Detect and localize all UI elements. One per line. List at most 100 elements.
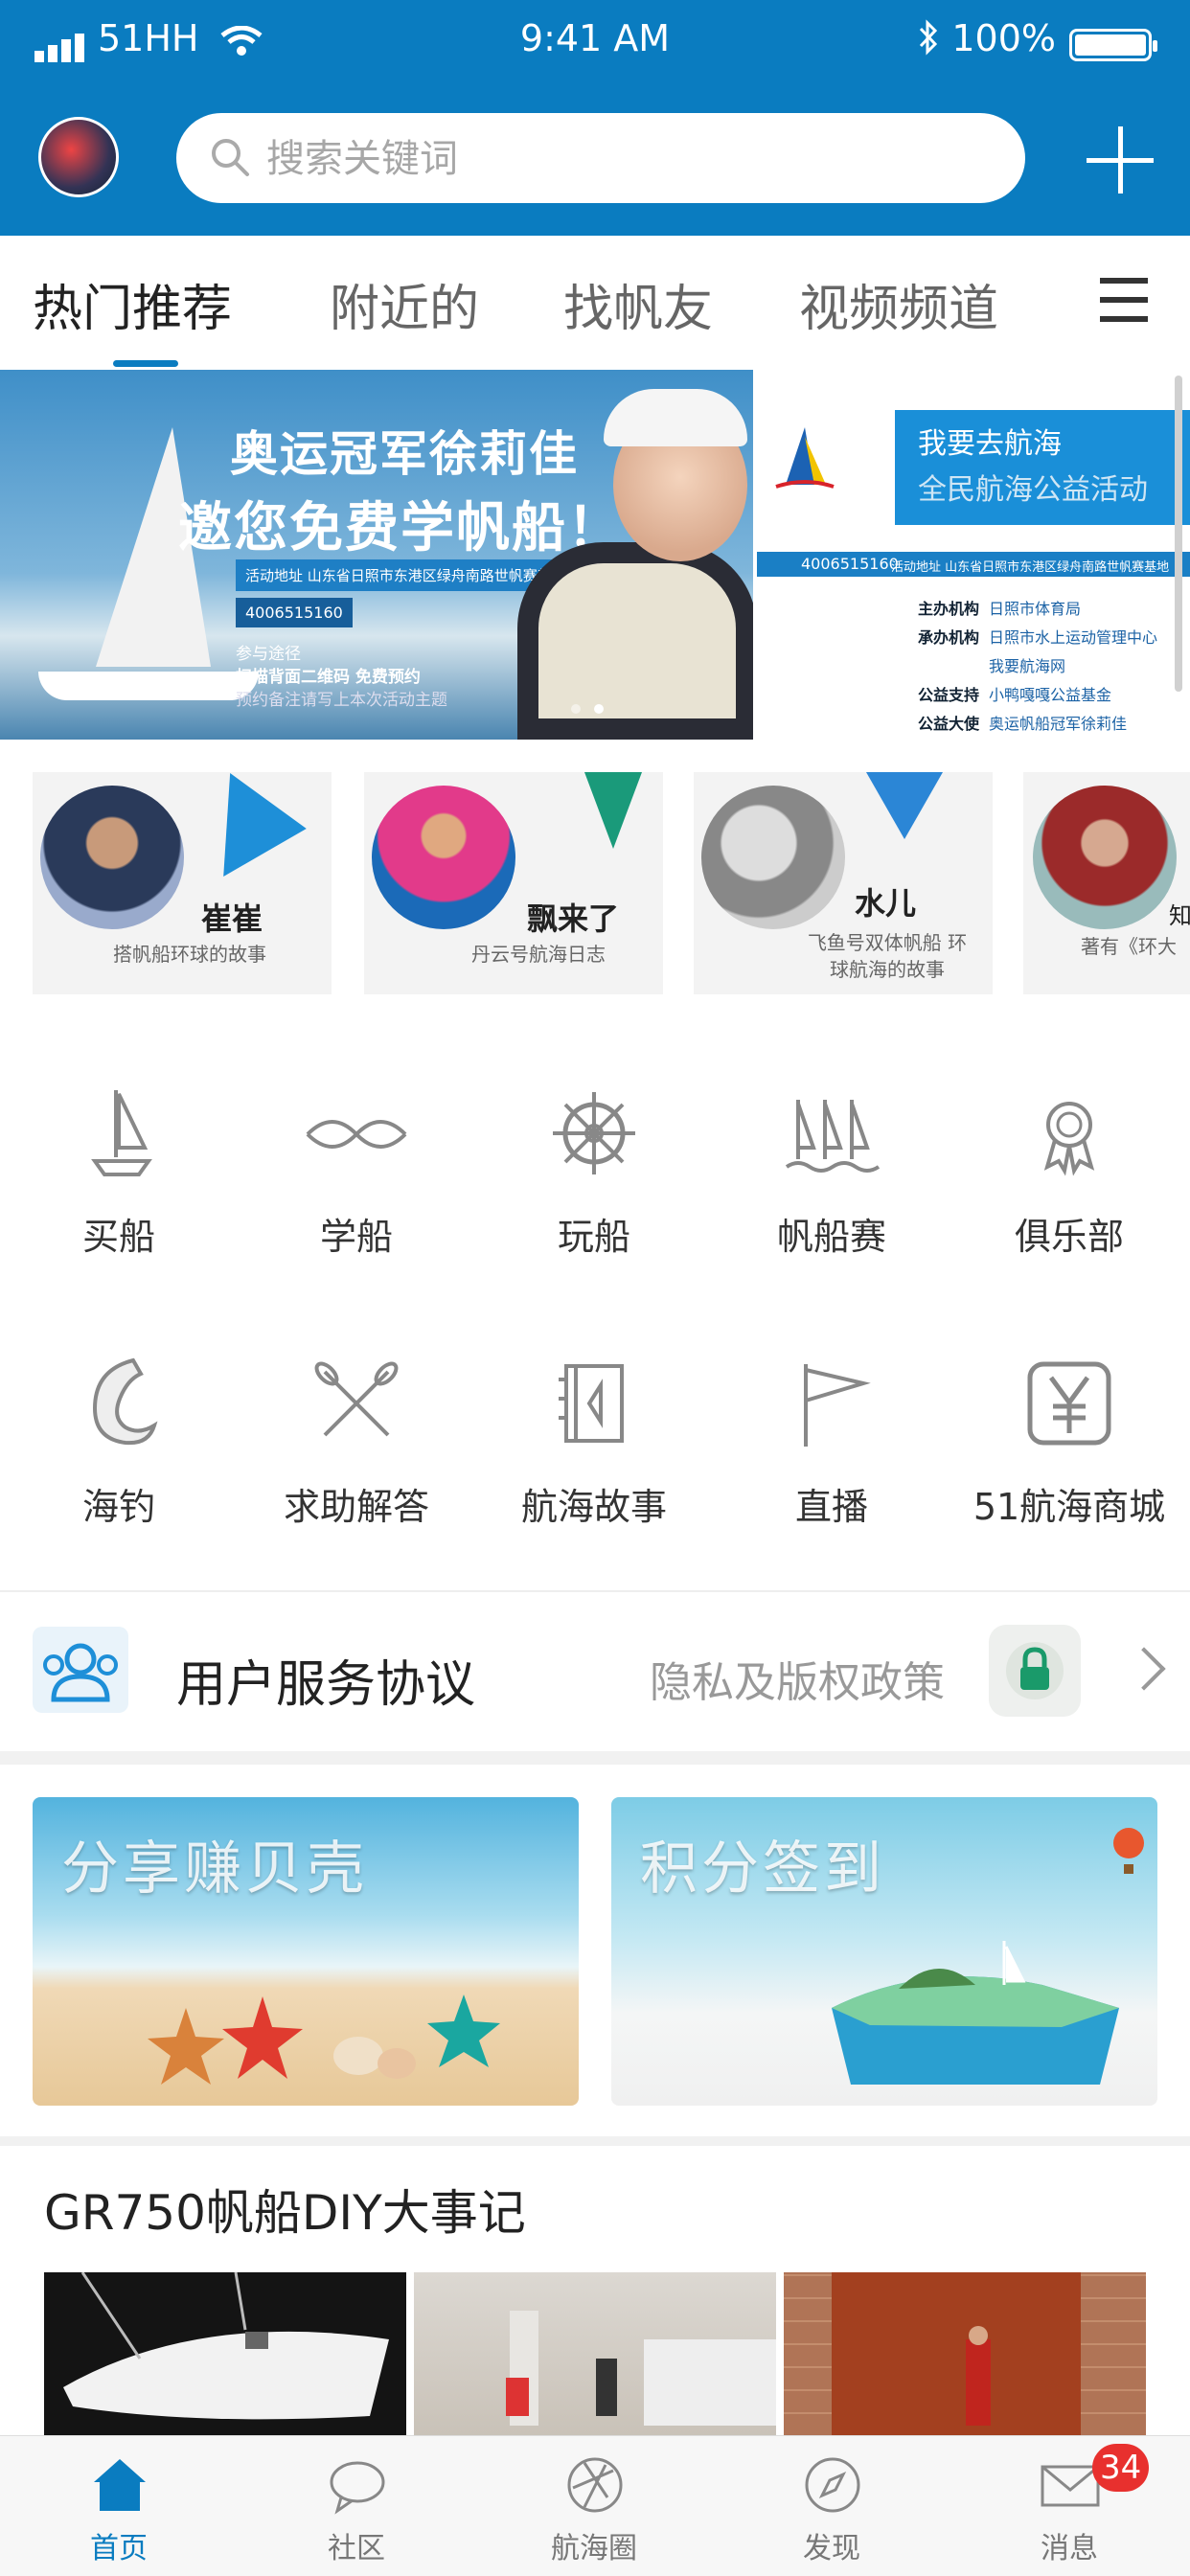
nav-discover[interactable]: 发现 (713, 2436, 950, 2576)
story-cards-row[interactable]: 崔崔 搭帆船环球的故事 飘来了 丹云号航海日志 水儿 飞鱼号双体帆船 环球航海的… (0, 766, 1190, 996)
grid-label: 51航海商城 (973, 1486, 1166, 1528)
article-title[interactable]: GR750帆船DIY大事记 (44, 2175, 526, 2244)
story-desc: 飞鱼号双体帆船 环球航海的故事 (807, 931, 968, 981)
grid-regatta[interactable]: 帆船赛 (713, 1081, 950, 1260)
grid-fishing[interactable]: 海钓 (0, 1351, 238, 1530)
tab-find-sailors[interactable]: 找帆友 (563, 268, 713, 340)
story-name: 崔崔 (201, 900, 263, 937)
aperture-icon (567, 2457, 623, 2513)
grid-label: 俱乐部 (1014, 1216, 1124, 1258)
story-card[interactable]: 崔崔 搭帆船环球的故事 (33, 772, 332, 994)
island-image (832, 1941, 1119, 2085)
sailboat-hull (38, 672, 259, 700)
share-earn-shells-card[interactable]: 分享赚贝壳 (33, 1797, 579, 2106)
search-bar[interactable] (176, 113, 1025, 205)
banner-right-k2: 承办机构 (918, 628, 980, 647)
story-card[interactable]: 知 著有《环大 (1023, 772, 1190, 994)
unread-badge: 34 (1092, 2444, 1150, 2492)
chevron-right-icon[interactable] (1122, 1647, 1166, 1691)
flag-icon (804, 1364, 871, 1447)
grid-play-boat[interactable]: 玩船 (475, 1081, 713, 1260)
story-desc: 丹云号航海日志 (471, 943, 606, 966)
fish-icon (92, 1357, 158, 1446)
search-icon (212, 139, 249, 176)
grid-label: 学船 (319, 1216, 393, 1258)
banner-right-k1: 主办机构 (918, 600, 980, 618)
nav-sailing-circle[interactable]: 航海圈 (475, 2436, 713, 2576)
story-avatar (1033, 786, 1177, 929)
yen-icon (1027, 1361, 1111, 1446)
banner-right-v1: 日照市体育局 (989, 600, 1082, 618)
lock-icon (989, 1625, 1081, 1717)
category-tabs: 热门推荐 附近的 找帆友 视频频道 (0, 236, 1190, 371)
grid-label: 航海故事 (520, 1486, 667, 1528)
banner-right-v3: 我要航海网 (989, 657, 1066, 675)
bottom-tab-bar: 首页 社区 航海圈 发现 34 消息 (0, 2435, 1190, 2576)
scrollbar[interactable] (1175, 376, 1182, 692)
banner-right-title1: 我要去航海 (918, 427, 1062, 461)
grid-stories[interactable]: 航海故事 (475, 1351, 713, 1530)
banner-right-phone: 4006515160 (801, 555, 899, 573)
chat-bubble-icon (330, 2461, 385, 2515)
decor-triangle (584, 772, 642, 849)
battery-percent: 100% (951, 17, 1056, 59)
promo-banner-carousel[interactable]: 奥运冠军徐莉佳 邀您免费学帆船！ 活动地址 山东省日照市东港区绿舟南路世帆赛基地… (0, 370, 1190, 740)
story-card[interactable]: 飘来了 丹云号航海日志 (364, 772, 663, 994)
battery-icon (1069, 29, 1157, 61)
banner-address: 活动地址 山东省日照市东港区绿舟南路世帆赛基地 (236, 559, 576, 591)
athlete-cap (604, 389, 747, 446)
grid-label: 买船 (81, 1216, 155, 1258)
banner-note: 预约备注请写上本次活动主题 (236, 691, 447, 710)
grid-live[interactable]: 直播 (713, 1351, 950, 1530)
mail-icon (1041, 2465, 1100, 2507)
service-row[interactable]: 用户服务协议 隐私及版权政策 (0, 1594, 1190, 1747)
grid-club[interactable]: 俱乐部 (950, 1081, 1188, 1260)
athlete-image (517, 542, 757, 740)
hamburger-menu-icon[interactable] (1100, 278, 1148, 322)
tab-hot[interactable]: 热门推荐 (33, 268, 232, 340)
bluetooth-icon (918, 19, 939, 64)
hot-air-balloon-icon (1113, 1828, 1144, 1874)
story-name: 飘来了 (527, 900, 620, 937)
tab-video[interactable]: 视频频道 (799, 268, 998, 340)
grid-label: 帆船赛 (776, 1216, 886, 1258)
story-avatar (40, 786, 184, 929)
points-checkin-card[interactable]: 积分签到 (611, 1797, 1157, 2106)
nav-label: 社区 (328, 2532, 385, 2565)
nav-messages[interactable]: 34 消息 (950, 2436, 1188, 2576)
grid-buy-boat[interactable]: 买船 (0, 1081, 238, 1260)
grid-learn-boat[interactable]: 学船 (238, 1081, 475, 1260)
story-card[interactable]: 水儿 飞鱼号双体帆船 环球航海的故事 (694, 772, 993, 994)
banner-right-k5: 公益大使 (918, 715, 980, 733)
divider (0, 2136, 1190, 2146)
divider (0, 1751, 1190, 1765)
nav-home[interactable]: 首页 (0, 2436, 238, 2576)
user-agreement-link[interactable]: 用户服务协议 (176, 1644, 475, 1716)
story-name: 水儿 (855, 885, 917, 922)
nav-label: 发现 (803, 2532, 860, 2565)
top-header: 51HH 9:41 AM 100% (0, 0, 1190, 236)
grid-label: 海钓 (81, 1486, 155, 1528)
helm-wheel-icon (553, 1092, 635, 1174)
grid-mall[interactable]: 51航海商城 (950, 1351, 1188, 1530)
grid-label: 求助解答 (283, 1486, 429, 1528)
tab-nearby[interactable]: 附近的 (330, 268, 479, 340)
decor-triangle (866, 772, 943, 839)
story-desc: 著有《环大 (1081, 935, 1177, 958)
active-tab-indicator (113, 360, 178, 367)
grid-help[interactable]: 求助解答 (238, 1351, 475, 1530)
nav-label: 航海圈 (551, 2532, 637, 2565)
decor-triangle (180, 772, 307, 877)
add-plus-icon[interactable] (1087, 126, 1154, 194)
search-input[interactable] (264, 113, 996, 205)
nav-community[interactable]: 社区 (238, 2436, 475, 2576)
user-group-icon (33, 1627, 128, 1713)
grid-label: 直播 (794, 1486, 868, 1528)
article-thumbnail[interactable] (414, 2272, 776, 2435)
article-thumbnail[interactable] (784, 2272, 1146, 2435)
carousel-dots[interactable] (571, 699, 617, 718)
banner-phone: 4006515160 (236, 598, 353, 627)
user-avatar[interactable] (38, 117, 119, 197)
article-thumbnail[interactable] (44, 2272, 406, 2435)
privacy-policy-link[interactable]: 隐私及版权政策 (650, 1648, 945, 1709)
